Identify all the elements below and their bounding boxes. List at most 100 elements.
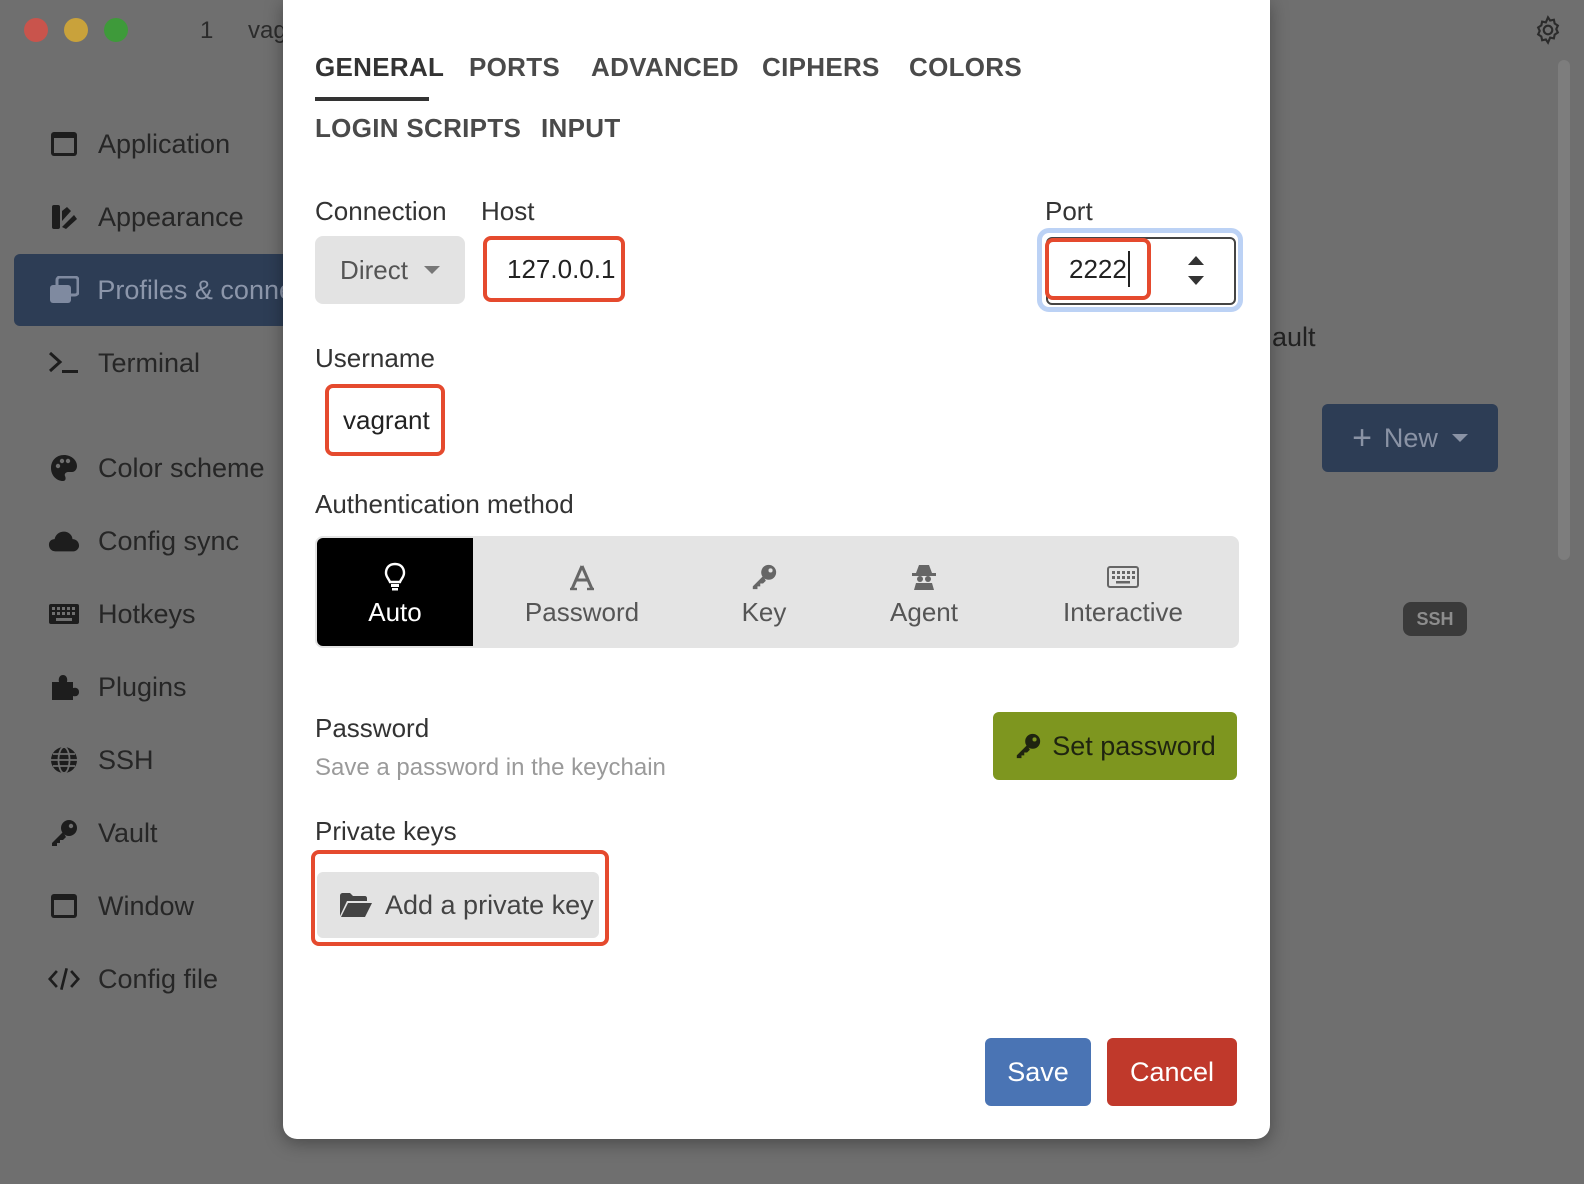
profiles-icon	[48, 274, 79, 306]
maximize-window-button[interactable]	[104, 18, 128, 42]
chevron-down-icon	[1451, 434, 1468, 442]
auth-option-interactive[interactable]: Interactive	[1037, 538, 1209, 646]
connection-label: Connection	[315, 196, 447, 226]
password-label: Password	[315, 713, 430, 743]
tab-number: 1	[200, 17, 214, 44]
tab-title[interactable]: vag	[248, 17, 287, 45]
gear-icon[interactable]	[1532, 14, 1564, 46]
auth-option-password[interactable]: Password	[489, 538, 675, 646]
tab-ports[interactable]: PORTS	[469, 52, 560, 83]
new-profile-button[interactable]: + New	[1322, 404, 1498, 472]
keyboard-icon	[48, 598, 80, 630]
palette-icon	[48, 452, 80, 484]
auth-option-key[interactable]: Key	[691, 538, 837, 646]
sidebar-item-hotkeys[interactable]: Hotkeys	[14, 578, 294, 650]
password-hint: Save a password in the keychain	[315, 754, 666, 781]
auth-option-label: Key	[741, 596, 787, 627]
sidebar-item-label: Config sync	[98, 525, 240, 556]
auth-option-label: Password	[524, 596, 640, 627]
add-private-key-label: Add a private key	[385, 889, 594, 920]
auth-option-auto[interactable]: Auto	[317, 538, 473, 646]
save-button[interactable]: Save	[985, 1038, 1091, 1106]
decrement-icon[interactable]	[1188, 276, 1204, 285]
sidebar-item-label: SSH	[98, 744, 154, 775]
sidebar-item-profiles[interactable]: Profiles & conne	[14, 254, 294, 326]
puzzle-icon	[48, 671, 80, 703]
host-label: Host	[481, 196, 535, 226]
auth-method-selector: Auto Password Key Agent Interactive	[315, 536, 1239, 648]
auth-option-label: Agent	[890, 596, 958, 627]
connection-value: Direct	[340, 254, 408, 285]
auth-option-label: Auto	[368, 596, 422, 627]
increment-icon[interactable]	[1188, 256, 1204, 265]
add-private-key-button[interactable]: Add a private key	[317, 872, 599, 938]
sidebar-item-config-file[interactable]: Config file	[14, 943, 294, 1015]
ssh-badge: SSH	[1403, 602, 1467, 636]
new-button-label: New	[1383, 422, 1438, 453]
cancel-button[interactable]: Cancel	[1107, 1038, 1237, 1106]
port-input[interactable]: 2222	[1045, 238, 1151, 300]
window-icon	[48, 890, 80, 922]
sidebar-item-label: Application	[98, 128, 231, 159]
agent-icon	[911, 557, 937, 597]
tab-colors[interactable]: COLORS	[909, 52, 1022, 83]
sidebar-item-terminal[interactable]: Terminal	[14, 327, 294, 399]
sidebar-item-label: Appearance	[98, 201, 244, 232]
cloud-icon	[48, 525, 80, 557]
sidebar-item-label: Vault	[98, 817, 158, 848]
sidebar-item-plugins[interactable]: Plugins	[14, 651, 294, 723]
code-icon	[48, 963, 80, 995]
sidebar-item-label: Plugins	[98, 671, 187, 702]
port-value: 2222	[1069, 253, 1127, 284]
username-label: Username	[315, 343, 435, 373]
brush-icon	[48, 201, 80, 233]
sidebar-item-application[interactable]: Application	[14, 108, 294, 180]
plus-icon: +	[1352, 418, 1372, 457]
sidebar-item-label: Hotkeys	[98, 598, 196, 629]
auth-method-label: Authentication method	[315, 489, 574, 519]
vault-section-title: ault	[1272, 322, 1316, 352]
sidebar-item-label: Config file	[98, 963, 219, 994]
host-input[interactable]: 127.0.0.1	[483, 236, 625, 302]
port-label: Port	[1045, 196, 1093, 226]
lightbulb-icon	[384, 557, 406, 597]
key-icon	[48, 817, 80, 849]
chevron-down-icon	[423, 266, 440, 274]
tab-login-scripts[interactable]: LOGIN SCRIPTS	[315, 113, 521, 144]
active-tab-indicator	[315, 97, 429, 101]
sidebar-item-ssh[interactable]: SSH	[14, 724, 294, 796]
sidebar-item-label: Profiles & conne	[97, 274, 294, 305]
sidebar-item-label: Color scheme	[98, 452, 265, 483]
sidebar-item-appearance[interactable]: Appearance	[14, 181, 294, 253]
tab-input[interactable]: INPUT	[541, 113, 621, 144]
minimize-window-button[interactable]	[64, 18, 88, 42]
auth-option-agent[interactable]: Agent	[851, 538, 997, 646]
font-a-icon	[569, 557, 595, 597]
sidebar-item-label: Terminal	[98, 347, 201, 378]
key-icon	[750, 557, 778, 597]
set-password-button[interactable]: Set password	[993, 712, 1237, 780]
sidebar-item-color-scheme[interactable]: Color scheme	[14, 432, 294, 504]
host-value: 127.0.0.1	[507, 253, 616, 284]
sidebar-item-vault[interactable]: Vault	[14, 797, 294, 869]
tab-advanced[interactable]: ADVANCED	[591, 52, 739, 83]
connection-select[interactable]: Direct	[315, 236, 465, 304]
auth-option-label: Interactive	[1063, 596, 1183, 627]
sidebar-item-window[interactable]: Window	[14, 870, 294, 942]
username-input[interactable]: vagrant	[325, 384, 445, 456]
username-value: vagrant	[343, 404, 430, 435]
scrollbar[interactable]	[1558, 60, 1570, 560]
folder-open-icon	[340, 893, 372, 917]
port-stepper[interactable]	[1181, 250, 1211, 290]
keyboard-icon	[1107, 557, 1139, 597]
tab-ciphers[interactable]: CIPHERS	[762, 52, 880, 83]
key-icon	[1017, 733, 1041, 759]
edit-profile-dialog: GENERAL PORTS ADVANCED CIPHERS COLORS LO…	[283, 0, 1270, 1139]
text-cursor	[1127, 251, 1130, 287]
set-password-label: Set password	[1052, 730, 1216, 761]
sidebar-item-config-sync[interactable]: Config sync	[14, 505, 294, 577]
terminal-icon	[48, 347, 80, 379]
sidebar-item-label: Window	[98, 890, 195, 921]
tab-general[interactable]: GENERAL	[315, 52, 444, 83]
close-window-button[interactable]	[24, 18, 48, 42]
